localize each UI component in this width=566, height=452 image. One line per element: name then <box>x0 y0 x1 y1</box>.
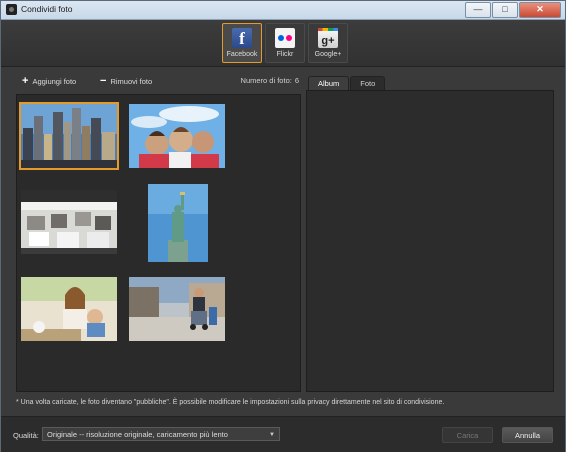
photo-count-value: 6 <box>294 76 299 85</box>
photo-thumbnail-statue[interactable] <box>146 182 210 264</box>
title-bar: Condividi foto — □ ✕ <box>1 1 565 20</box>
camera-app-icon <box>6 4 17 15</box>
google-plus-icon: g+ <box>318 28 338 48</box>
tab-album[interactable]: Album <box>308 76 350 91</box>
service-toolbar: f Facebook Flickr g+ Google+ <box>1 20 565 67</box>
minimize-button[interactable]: — <box>465 2 491 18</box>
remove-photos-button[interactable]: − Rimuovi foto <box>100 75 152 87</box>
quality-select-value: Originale -- risoluzione originale, cari… <box>47 430 228 439</box>
service-google-plus-button[interactable]: g+ Google+ <box>308 23 348 63</box>
tab-foto[interactable]: Foto <box>350 76 386 91</box>
facebook-icon: f <box>232 28 252 48</box>
photo-count-label: Numero di foto: <box>240 76 292 85</box>
privacy-note: * Una volta caricate, le foto diventano … <box>16 399 445 406</box>
remove-photos-label: Rimuovi foto <box>110 76 153 86</box>
footer-bar: Qualità: Originale -- risoluzione origin… <box>1 416 565 452</box>
photo-thumbnail-friends[interactable] <box>127 102 227 170</box>
service-flickr-button[interactable]: Flickr <box>265 23 305 63</box>
photo-thumbnail-woman-child[interactable] <box>19 275 119 343</box>
cancel-button[interactable]: Annulla <box>502 427 553 443</box>
quality-select[interactable]: Originale -- risoluzione originale, cari… <box>42 427 280 441</box>
maximize-button[interactable]: □ <box>492 2 518 18</box>
window-title: Condividi foto <box>21 4 73 14</box>
photo-thumbnail-cafe[interactable] <box>19 188 119 256</box>
photo-thumbnail-stroller[interactable] <box>127 275 227 343</box>
upload-button[interactable]: Carica <box>442 427 493 443</box>
add-photos-button[interactable]: + Aggiungi foto <box>22 75 76 87</box>
service-label: Facebook <box>226 51 258 58</box>
quality-label: Qualità: <box>13 431 39 440</box>
service-label: Google+ <box>314 51 342 58</box>
service-label: Flickr <box>276 51 294 58</box>
flickr-icon <box>275 28 295 48</box>
album-panel[interactable] <box>306 90 554 392</box>
photo-thumbnail-city-skyline[interactable] <box>19 102 119 170</box>
plus-icon: + <box>22 75 29 87</box>
add-photos-label: Aggiungi foto <box>32 76 77 86</box>
photo-list-panel[interactable] <box>16 94 301 392</box>
close-button[interactable]: ✕ <box>519 2 561 18</box>
service-facebook-button[interactable]: f Facebook <box>222 23 262 63</box>
minus-icon: − <box>100 75 107 87</box>
dropdown-arrow-icon: ▼ <box>269 432 275 438</box>
tab-bar: Album Foto <box>308 76 386 91</box>
share-photos-window: Condividi foto — □ ✕ f Facebook Flickr g… <box>0 0 566 452</box>
photo-count: Numero di foto: 6 <box>229 76 299 85</box>
